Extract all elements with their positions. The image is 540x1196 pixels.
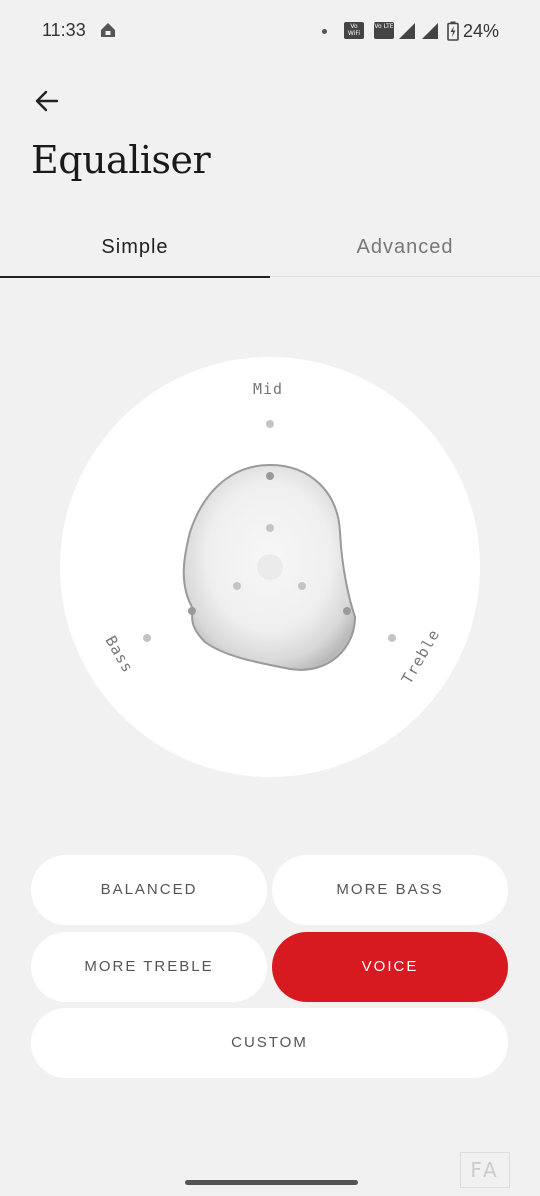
back-arrow-icon (35, 90, 59, 112)
equaliser-graph[interactable]: Mid Bass Treble (60, 357, 480, 777)
tab-bar: Simple Advanced (0, 222, 540, 278)
eq-grid-dot (233, 582, 241, 590)
tab-advanced[interactable]: Advanced (270, 222, 540, 276)
volte-lte-icon: Vo LTE (374, 22, 394, 39)
eq-center-marker (257, 554, 283, 580)
eq-treble-handle[interactable] (343, 607, 351, 615)
volte-wifi-icon: Vo WiFi (344, 22, 364, 39)
eq-treble-label: Treble (398, 626, 444, 687)
gesture-home-bar[interactable] (185, 1180, 358, 1185)
home-notification-icon (101, 23, 115, 37)
notification-dot (322, 29, 327, 34)
tab-simple[interactable]: Simple (0, 222, 270, 276)
overlay-badge: FA (460, 1152, 510, 1188)
preset-more-bass-button[interactable]: MORE BASS (272, 855, 508, 925)
preset-voice-button[interactable]: VOICE (272, 932, 508, 1002)
eq-bass-label: Bass (102, 633, 138, 677)
preset-more-treble-button[interactable]: MORE TREBLE (31, 932, 267, 1002)
page-title: Equaliser (31, 138, 211, 182)
eq-grid-dot (143, 634, 151, 642)
eq-grid-dot (298, 582, 306, 590)
preset-custom-button[interactable]: CUSTOM (31, 1008, 508, 1078)
battery-charging-icon (447, 21, 459, 41)
back-button[interactable] (30, 84, 64, 118)
eq-grid-dot (388, 634, 396, 642)
status-bar: 11:33 Vo WiFi Vo LTE 24% (0, 0, 540, 62)
status-time: 11:33 (42, 20, 86, 40)
eq-grid-dot (266, 524, 274, 532)
signal-icon (422, 23, 438, 39)
signal-icon (399, 23, 415, 39)
tab-selected-indicator (0, 276, 270, 278)
eq-grid-dot (266, 420, 274, 428)
preset-balanced-button[interactable]: BALANCED (31, 855, 267, 925)
eq-mid-handle[interactable] (266, 472, 274, 480)
eq-mid-label: Mid (253, 380, 283, 398)
eq-bass-handle[interactable] (188, 607, 196, 615)
battery-percentage: 24% (463, 21, 500, 41)
